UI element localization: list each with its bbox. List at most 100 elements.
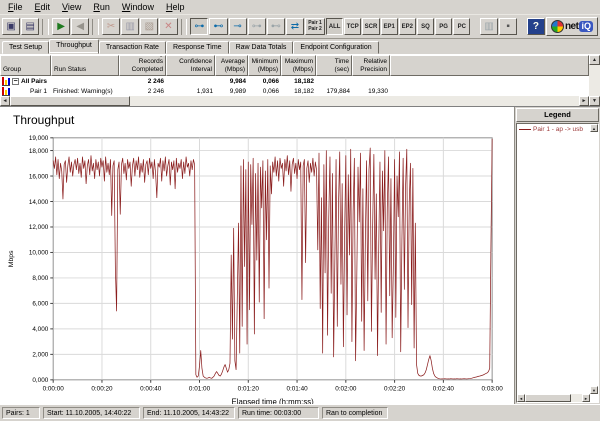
- scroll-down-button[interactable]: ▼: [589, 96, 600, 106]
- paste-button-icon: ▧: [145, 22, 154, 32]
- column-header-timing-records[interactable]: Timing Records Completed: [119, 55, 166, 76]
- add-pair-button[interactable]: ⊶: [190, 18, 208, 35]
- scroll-up-button[interactable]: ▲: [589, 55, 600, 65]
- menu-edit[interactable]: Edit: [29, 2, 57, 12]
- cell-minimum: 0,066: [248, 88, 281, 95]
- scroll-thumb[interactable]: [10, 96, 130, 106]
- scroll-left-button[interactable]: ◄: [0, 96, 10, 106]
- show-script-button[interactable]: SCR: [362, 18, 379, 35]
- column-header-minimum[interactable]: Minimum (Mbps): [248, 55, 281, 76]
- cell-timing-records: 2 246: [119, 78, 166, 85]
- svg-text:16,000: 16,000: [29, 173, 49, 180]
- svg-text:14,000: 14,000: [29, 198, 49, 205]
- svg-text:0:00:20: 0:00:20: [91, 385, 113, 392]
- tab-response-time[interactable]: Response Time: [166, 41, 229, 54]
- save-button[interactable]: ▣: [2, 18, 20, 35]
- scroll-right-button[interactable]: ►: [579, 96, 589, 106]
- scroll-track[interactable]: [130, 96, 579, 106]
- svg-text:0:03:00: 0:03:00: [482, 385, 504, 392]
- group-label: Pair 1: [30, 88, 49, 95]
- svg-text:4,000: 4,000: [32, 326, 48, 333]
- results-table: GroupRun StatusTiming Records Completed9…: [0, 54, 600, 106]
- menu-run[interactable]: Run: [87, 2, 116, 12]
- column-header-measured-time[interactable]: Measured Time (sec): [316, 55, 352, 76]
- column-header-run-status[interactable]: Run Status: [51, 55, 119, 76]
- show-tcp-button[interactable]: TCP: [344, 18, 361, 35]
- show-service-quality-button[interactable]: SQ: [417, 18, 434, 35]
- series-line-sample-icon: [519, 129, 531, 130]
- run-test-button[interactable]: ▶: [52, 18, 70, 35]
- column-header-relative-precision[interactable]: Relative Precision: [352, 55, 390, 76]
- svg-text:8,000: 8,000: [32, 275, 48, 282]
- svg-text:6,000: 6,000: [32, 300, 48, 307]
- menu-file[interactable]: File: [2, 2, 29, 12]
- scroll-track[interactable]: [589, 65, 600, 96]
- row-pair-1[interactable]: Pair 1Finished: Warning(s)2 2461,9319,98…: [0, 86, 589, 96]
- tab-strip: Test SetupThroughputTransaction RateResp…: [0, 39, 600, 54]
- tab-endpoint-configuration[interactable]: Endpoint Configuration: [293, 41, 378, 54]
- replicate-pair-button: ⊶: [248, 18, 266, 35]
- legend-horizontal-scrollbar[interactable]: ◄ ►: [517, 394, 590, 402]
- add-multicast-group-button[interactable]: ⊷: [209, 18, 227, 35]
- swap-endpoints-button[interactable]: ⇄: [286, 18, 304, 35]
- tab-throughput[interactable]: Throughput: [49, 39, 99, 54]
- show-all-button[interactable]: ALL: [326, 18, 343, 35]
- toolbar-separator: [181, 19, 188, 35]
- show-endpoint1-button[interactable]: EP1: [381, 18, 398, 35]
- show-pair-comment-button-icon: PC: [458, 24, 466, 30]
- copy-button-icon: ▥: [125, 22, 134, 32]
- scroll-right-button[interactable]: ►: [582, 394, 590, 402]
- print-button[interactable]: ▤: [21, 18, 39, 35]
- column-header-group[interactable]: Group: [0, 55, 51, 76]
- ixchariot-window: FileEditViewRunWindowHelp ▣▤▶◀✂▥▧✕⊶⊷⊸⊶⊷⇄…: [0, 0, 600, 421]
- column-header-maximum[interactable]: Maximum (Mbps): [281, 55, 316, 76]
- tree-collapse-button[interactable]: −: [12, 78, 19, 85]
- scroll-thumb[interactable]: [525, 394, 571, 402]
- column-header-filler[interactable]: [390, 55, 589, 76]
- legend-vertical-scrollbar[interactable]: ▲ ▼: [590, 124, 598, 394]
- show-script-button-icon: SCR: [365, 24, 378, 30]
- tab-raw-data-totals[interactable]: Raw Data Totals: [229, 41, 294, 54]
- completion-panel: Ran to completion: [322, 407, 388, 419]
- scroll-down-button[interactable]: ▼: [590, 386, 598, 394]
- arrow-down-icon: ▼: [592, 388, 596, 393]
- cut-button: ✂: [102, 18, 120, 35]
- tab-test-setup[interactable]: Test Setup: [2, 41, 49, 54]
- column-header-average[interactable]: Average (Mbps): [215, 55, 248, 76]
- svg-text:19,000: 19,000: [29, 135, 49, 142]
- column-header-confidence-interval[interactable]: 95% Confidence Interval: [166, 55, 215, 76]
- cell-run-status: Finished: Warning(s): [51, 88, 119, 95]
- cell-maximum: 18,182: [281, 88, 316, 95]
- show-pair-group-button[interactable]: PG: [435, 18, 452, 35]
- scroll-up-button[interactable]: ▲: [590, 124, 598, 132]
- toolbar: ▣▤▶◀✂▥▧✕⊶⊷⊸⊶⊷⇄Pair 1Pair 2ALLTCPSCREP1EP…: [0, 15, 600, 39]
- help-button[interactable]: ?: [527, 18, 545, 35]
- cell-confidence-interval: 1,931: [166, 88, 215, 95]
- delete-button-icon: ✕: [164, 22, 172, 32]
- cell-measured-time: 179,884: [316, 88, 352, 95]
- svg-text:0:01:40: 0:01:40: [286, 385, 308, 392]
- arrow-right-icon: ►: [582, 98, 587, 104]
- tab-transaction-rate[interactable]: Transaction Rate: [99, 41, 166, 54]
- svg-text:0:00:00: 0:00:00: [43, 385, 65, 392]
- row-all-pairs[interactable]: −All Pairs2 2469,9840,06618,182: [0, 76, 589, 86]
- run-test-button-icon: ▶: [57, 22, 65, 32]
- scroll-track[interactable]: [571, 394, 582, 402]
- window-layout-button[interactable]: ▪: [499, 18, 517, 35]
- table-vertical-scrollbar[interactable]: ▲ ▼: [589, 55, 600, 106]
- legend-item[interactable]: Pair 1 - ap -> usb: [517, 124, 598, 133]
- show-endpoint2-button[interactable]: EP2: [399, 18, 416, 35]
- edit-pair-button[interactable]: ⊸: [229, 18, 247, 35]
- legend-list: Pair 1 - ap -> usb ▲ ▼ ◄ ►: [516, 123, 599, 403]
- main-area: Throughput 19,00018,00016,00014,00012,00…: [0, 106, 600, 404]
- menu-window[interactable]: Window: [116, 2, 160, 12]
- pair-visibility-button[interactable]: Pair 1Pair 2: [305, 18, 325, 35]
- show-pair-comment-button[interactable]: PC: [453, 18, 470, 35]
- table-header-row: GroupRun StatusTiming Records Completed9…: [0, 55, 589, 76]
- menu-help[interactable]: Help: [160, 2, 191, 12]
- window-layout-button-icon: ▪: [506, 22, 510, 32]
- table-horizontal-scrollbar[interactable]: ◄ ►: [0, 96, 589, 106]
- svg-text:2,000: 2,000: [32, 351, 48, 358]
- menu-view[interactable]: View: [56, 2, 87, 12]
- scroll-left-button[interactable]: ◄: [517, 394, 525, 402]
